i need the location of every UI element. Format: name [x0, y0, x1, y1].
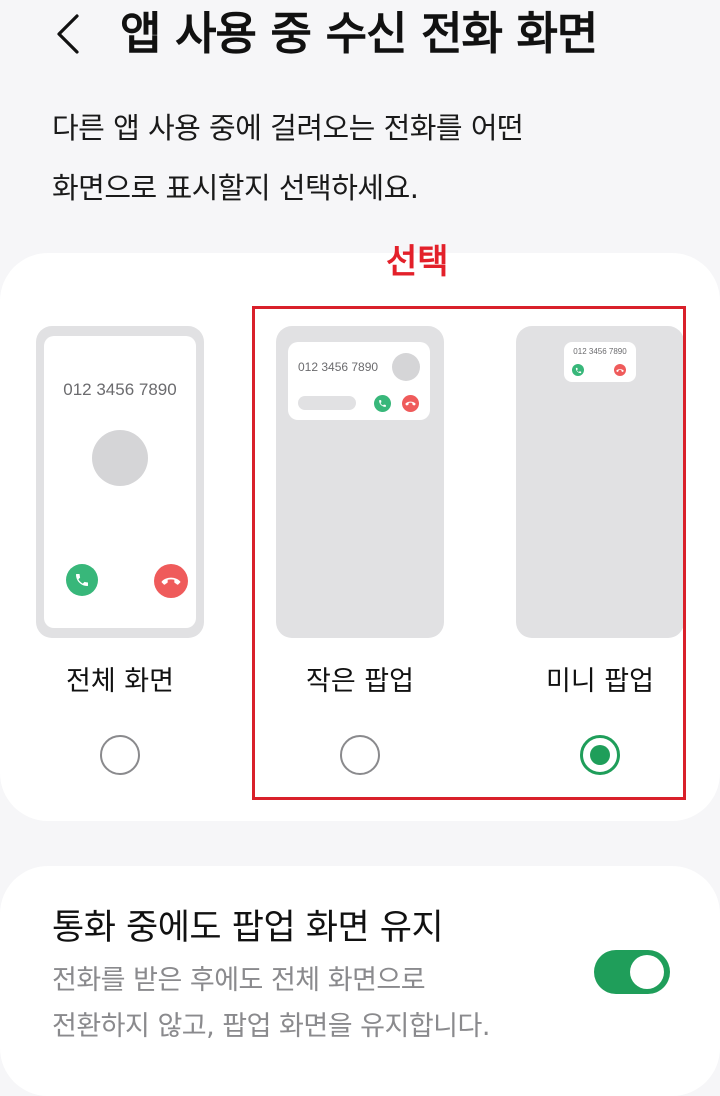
selection-annotation-label: 선택: [386, 242, 449, 282]
option-full-screen[interactable]: 012 3456 7890 전체 화면: [36, 326, 204, 786]
description-line: 화면으로 표시할지 선택하세요.: [52, 171, 419, 205]
back-button[interactable]: [46, 8, 90, 60]
keep-popup-toggle[interactable]: [594, 950, 670, 994]
option-label: 전체 화면: [66, 666, 174, 697]
page-description: 다른 앱 사용 중에 걸려오는 전화를 어떤 화면으로 표시할지 선택하세요.: [52, 98, 672, 218]
caller-number: 012 3456 7890: [63, 380, 177, 399]
keep-popup-description: 전화를 받은 후에도 전체 화면으로 전환하지 않고, 팝업 화면을 유지합니다…: [52, 958, 572, 1050]
radio-full-screen[interactable]: [100, 735, 140, 775]
accept-call-icon: [66, 564, 98, 596]
caller-avatar: [92, 430, 148, 486]
description-line: 전환하지 않고, 팝업 화면을 유지합니다.: [52, 1011, 490, 1042]
decline-call-icon: [154, 564, 188, 598]
toggle-knob: [630, 955, 664, 989]
chevron-left-icon: [57, 14, 79, 54]
selection-highlight-box: [252, 306, 686, 800]
description-line: 전화를 받은 후에도 전체 화면으로: [52, 965, 426, 996]
full-screen-preview: 012 3456 7890: [36, 326, 204, 638]
keep-popup-title: 통화 중에도 팝업 화면 유지: [52, 908, 444, 948]
header: 앱 사용 중 수신 전화 화면: [0, 0, 720, 80]
incoming-call-screen: 012 3456 7890: [44, 336, 196, 628]
page-title: 앱 사용 중 수신 전화 화면: [120, 7, 598, 60]
description-line: 다른 앱 사용 중에 걸려오는 전화를 어떤: [52, 111, 524, 145]
